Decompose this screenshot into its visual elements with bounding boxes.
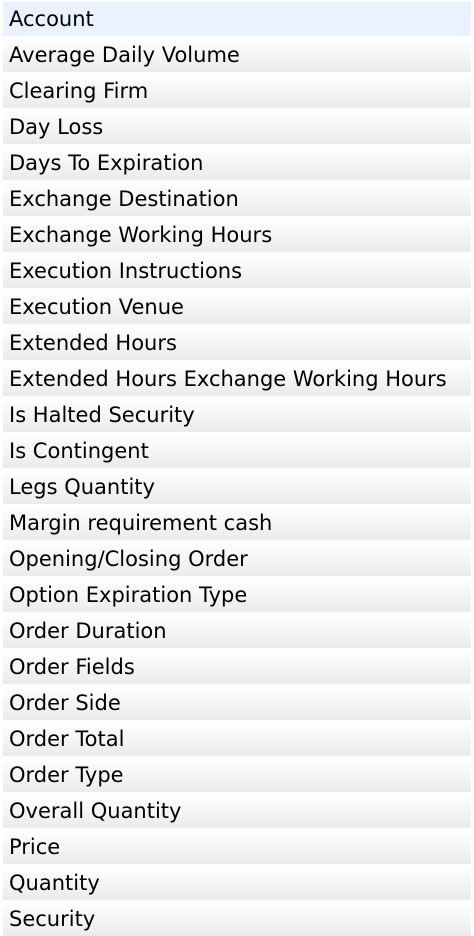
- list-item-price[interactable]: Price: [3, 830, 471, 864]
- list-item-extended-hours-exchange-working-hours[interactable]: Extended Hours Exchange Working Hours: [3, 362, 471, 396]
- list-item-execution-venue[interactable]: Execution Venue: [3, 290, 471, 324]
- list-item-quantity[interactable]: Quantity: [3, 866, 471, 900]
- list-item-day-loss[interactable]: Day Loss: [3, 110, 471, 144]
- list-item-clearing-firm[interactable]: Clearing Firm: [3, 74, 471, 108]
- list-item-days-to-expiration[interactable]: Days To Expiration: [3, 146, 471, 180]
- list-item-order-fields[interactable]: Order Fields: [3, 650, 471, 684]
- list-item-security[interactable]: Security: [3, 902, 471, 936]
- list-item-extended-hours[interactable]: Extended Hours: [3, 326, 471, 360]
- list-item-option-expiration-type[interactable]: Option Expiration Type: [3, 578, 471, 612]
- list-item-exchange-destination[interactable]: Exchange Destination: [3, 182, 471, 216]
- list-item-is-halted-security[interactable]: Is Halted Security: [3, 398, 471, 432]
- list-item-margin-requirement-cash[interactable]: Margin requirement cash: [3, 506, 471, 540]
- list-item-order-side[interactable]: Order Side: [3, 686, 471, 720]
- list-item-order-total[interactable]: Order Total: [3, 722, 471, 756]
- list-item-is-contingent[interactable]: Is Contingent: [3, 434, 471, 468]
- list-item-legs-quantity[interactable]: Legs Quantity: [3, 470, 471, 504]
- list-item-execution-instructions[interactable]: Execution Instructions: [3, 254, 471, 288]
- list-item-order-duration[interactable]: Order Duration: [3, 614, 471, 648]
- list-item-overall-quantity[interactable]: Overall Quantity: [3, 794, 471, 828]
- list-item-order-type[interactable]: Order Type: [3, 758, 471, 792]
- list-item-opening-closing-order[interactable]: Opening/Closing Order: [3, 542, 471, 576]
- list-item-account[interactable]: Account: [3, 2, 471, 36]
- list-item-exchange-working-hours[interactable]: Exchange Working Hours: [3, 218, 471, 252]
- list-item-average-daily-volume[interactable]: Average Daily Volume: [3, 38, 471, 72]
- field-list: Account Average Daily Volume Clearing Fi…: [0, 0, 474, 936]
